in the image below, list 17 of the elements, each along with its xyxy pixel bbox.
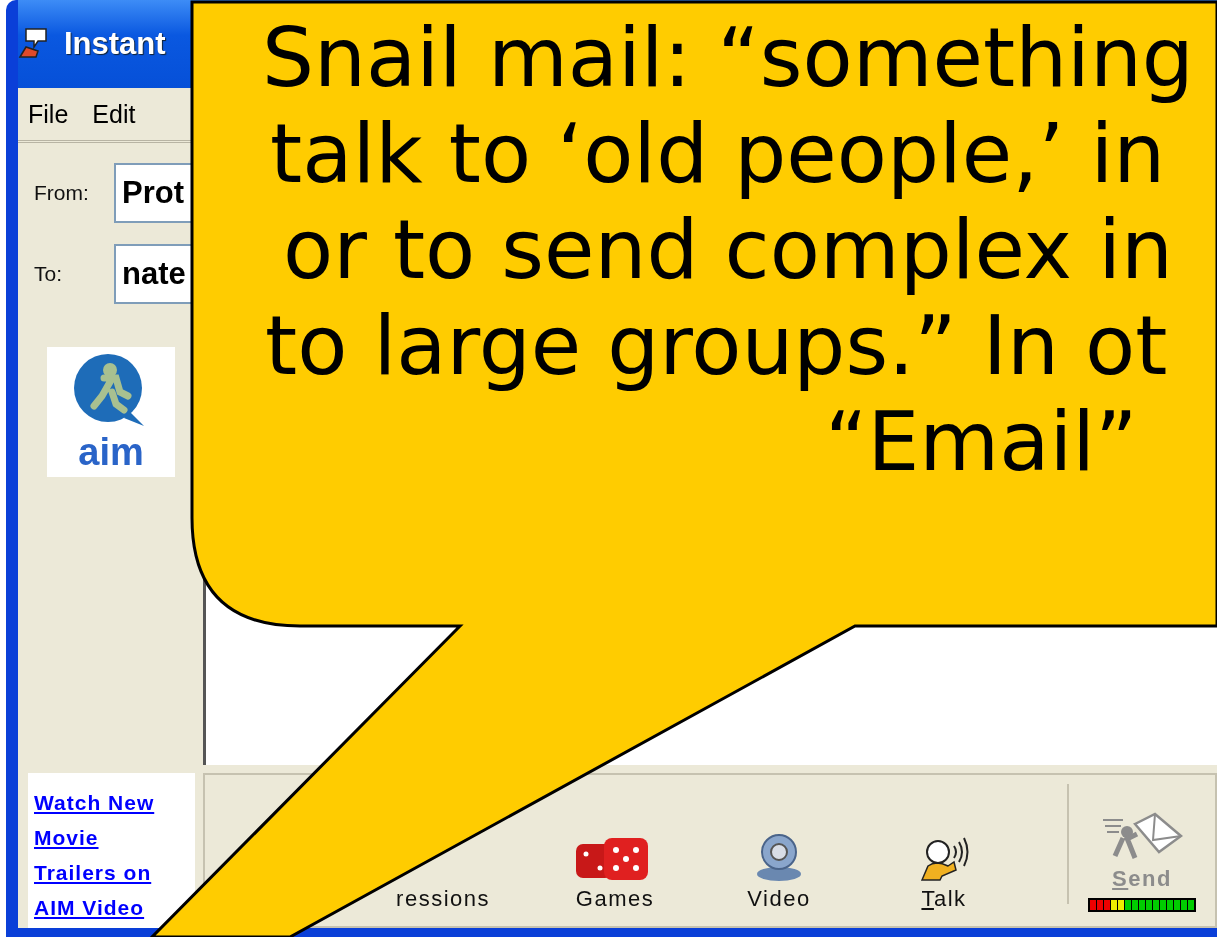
toolbar-button[interactable]: ressions: [205, 886, 535, 912]
callout-text: Snail mail: “something talk to ‘old people,’ in or to send complex in to large groups.” In ot “Email”: [261, 10, 1195, 490]
speaking-person-icon: [918, 836, 970, 882]
envelope-runner-icon: [1101, 812, 1183, 862]
toolbar-button[interactable]: Talk: [863, 836, 1025, 912]
input-field[interactable]: Prot: [114, 162, 194, 223]
app-icon: [18, 27, 50, 61]
field-label: From:: [33, 180, 90, 205]
field-label: To:: [33, 261, 63, 286]
input-field[interactable]: nate: [114, 243, 194, 304]
menu-item[interactable]: Edit: [92, 99, 136, 129]
window-title: Instant: [64, 26, 166, 62]
toolbar-button[interactable]: Games: [535, 834, 695, 912]
webcam-icon: [754, 832, 804, 882]
menu-item[interactable]: File: [28, 99, 69, 129]
logo-text: aim: [78, 432, 144, 472]
toolbar-button[interactable]: Video: [695, 832, 863, 912]
